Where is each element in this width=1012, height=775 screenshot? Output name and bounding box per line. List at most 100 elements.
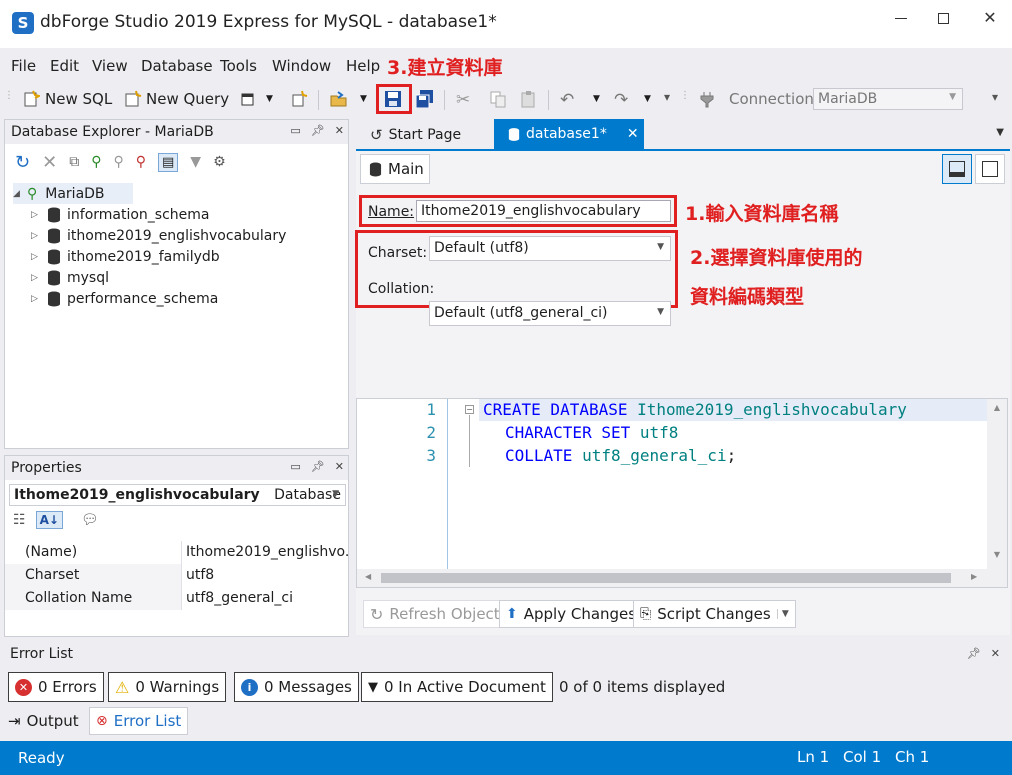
expand-icon[interactable]: ▷: [31, 231, 41, 241]
property-pages-icon[interactable]: 💬︎: [81, 512, 99, 528]
expand-icon[interactable]: ▷: [31, 252, 41, 262]
tab-start-page[interactable]: ↺ Start Page: [356, 121, 475, 149]
tree-root-mariadb[interactable]: ◢ ⚲ MariaDB: [13, 183, 133, 204]
pin-icon[interactable]: 📌︎: [967, 647, 981, 660]
save-all-icon[interactable]: [416, 90, 434, 108]
disconnect-icon[interactable]: ⚲: [113, 154, 123, 170]
tree-item-database[interactable]: ▷ mysql: [31, 267, 109, 288]
sql-preview-editor[interactable]: 1 2 3 − CREATE DATABASE Ithome2019_engli…: [356, 398, 1008, 588]
warnings-filter-button[interactable]: ⚠ 0 Warnings: [108, 672, 227, 702]
dropdown-arrow-icon[interactable]: ▼: [266, 94, 284, 112]
delete-icon[interactable]: ✕: [42, 152, 57, 173]
new-object-icon[interactable]: [240, 90, 258, 108]
scroll-down-icon[interactable]: ▼: [987, 550, 1007, 559]
filter-icon[interactable]: ▼: [190, 154, 201, 170]
minimize-button[interactable]: [888, 8, 916, 30]
close-window-button[interactable]: ✕: [976, 8, 1004, 30]
menu-help[interactable]: Help: [346, 57, 380, 75]
collation-select[interactable]: Default (utf8_general_ci) ▼: [429, 301, 671, 326]
pin-icon[interactable]: 📌︎: [311, 124, 325, 137]
cut-icon[interactable]: ✂: [456, 90, 474, 110]
menu-edit[interactable]: Edit: [50, 57, 79, 75]
toolbar-overflow-icon-2[interactable]: ▾: [992, 90, 1010, 108]
tree-item-database[interactable]: ▷ ithome2019_englishvocabulary: [31, 225, 286, 246]
menu-view[interactable]: View: [92, 57, 128, 75]
tree-item-database[interactable]: ▷ information_schema: [31, 204, 210, 225]
scroll-right-icon[interactable]: ▶: [971, 572, 977, 581]
property-row[interactable]: Collation Name utf8_general_ci: [5, 587, 348, 610]
tabs-dropdown-icon[interactable]: ▼: [996, 127, 1004, 138]
expand-icon[interactable]: ▷: [31, 273, 41, 283]
scroll-thumb[interactable]: [381, 573, 951, 583]
single-view-button[interactable]: [975, 154, 1005, 184]
main-tab-button[interactable]: Main: [360, 154, 430, 184]
property-value[interactable]: utf8_general_ci: [181, 587, 348, 610]
new-sql-button[interactable]: New SQL: [45, 90, 112, 108]
apply-changes-button[interactable]: ⬆ Apply Changes: [499, 600, 644, 628]
tab-error-list[interactable]: ⊗ Error List: [89, 707, 189, 735]
paste-icon[interactable]: [520, 90, 538, 108]
redo-icon[interactable]: ↷: [614, 90, 632, 110]
properties-object-select[interactable]: Ithome2019_englishvocabulary Database ▼: [9, 484, 346, 506]
chevron-down-icon[interactable]: ▼: [776, 609, 789, 619]
show-object-icon[interactable]: ▤: [157, 152, 179, 172]
split-view-button[interactable]: [942, 154, 972, 184]
property-value[interactable]: utf8: [181, 564, 348, 587]
sort-alpha-icon[interactable]: A↓: [35, 511, 63, 529]
scroll-left-icon[interactable]: ◀: [365, 572, 371, 581]
refresh-object-button[interactable]: ↻ Refresh Object: [363, 600, 507, 628]
categorized-icon[interactable]: ☷: [13, 512, 26, 528]
undo-icon[interactable]: ↶: [560, 90, 578, 110]
refresh-icon: ↻: [370, 604, 384, 624]
redo-dropdown-icon[interactable]: ▼: [644, 94, 662, 112]
vertical-scrollbar[interactable]: ▲ ▼: [987, 399, 1007, 569]
server-plug-icon: ⚲: [27, 185, 38, 202]
tree-item-database[interactable]: ▷ performance_schema: [31, 288, 218, 309]
horizontal-scrollbar[interactable]: ◀ ▶: [357, 569, 1007, 587]
copy-icon[interactable]: [489, 90, 507, 108]
errors-filter-button[interactable]: ✕ 0 Errors: [8, 672, 104, 702]
panel-close-icon[interactable]: ✕: [335, 460, 344, 473]
settings-icon[interactable]: ⚙: [213, 154, 226, 170]
panel-menu-icon[interactable]: ▭: [290, 460, 300, 473]
fold-toggle-icon[interactable]: −: [465, 405, 474, 414]
items-summary: 0 of 0 items displayed: [559, 678, 726, 696]
copy-object-icon[interactable]: ⧉: [69, 154, 79, 170]
menu-database[interactable]: Database: [141, 57, 213, 75]
property-row[interactable]: Charset utf8: [5, 564, 348, 587]
undo-dropdown-icon[interactable]: ▼: [593, 94, 611, 112]
connection-select[interactable]: MariaDB ▼: [813, 88, 963, 110]
scroll-up-icon[interactable]: ▲: [987, 403, 1007, 412]
new-query-button[interactable]: New Query: [146, 90, 229, 108]
collapse-icon[interactable]: ◢: [13, 189, 23, 199]
panel-header: Properties ▭ 📌︎ ✕: [5, 456, 348, 480]
property-row[interactable]: (Name) Ithome2019_englishvo...: [5, 541, 348, 564]
property-value[interactable]: Ithome2019_englishvo...: [181, 541, 348, 564]
open-folder-icon[interactable]: [330, 90, 348, 108]
menu-window[interactable]: Window: [272, 57, 331, 75]
status-column: Col 1: [843, 748, 882, 766]
new-connection-icon[interactable]: ⚲: [91, 154, 101, 170]
panel-menu-icon[interactable]: ▭: [290, 124, 300, 137]
database-name-input[interactable]: Ithome2019_englishvocabulary: [416, 200, 671, 222]
active-document-filter-button[interactable]: ▼ 0 In Active Document: [361, 672, 553, 702]
expand-icon[interactable]: ▷: [31, 210, 41, 220]
tab-close-icon[interactable]: ✕: [627, 126, 639, 142]
pin-icon[interactable]: 📌︎: [311, 460, 325, 473]
maximize-button[interactable]: [930, 8, 958, 30]
refresh-icon[interactable]: ↻: [15, 152, 30, 173]
expand-icon[interactable]: ▷: [31, 294, 41, 304]
menu-tools[interactable]: Tools: [220, 57, 257, 75]
tab-database1[interactable]: database1* ✕: [494, 119, 644, 149]
script-changes-button[interactable]: ⎘ Script Changes ▼: [633, 600, 796, 628]
panel-close-icon[interactable]: ✕: [335, 124, 344, 137]
remove-connection-icon[interactable]: ⚲: [136, 154, 146, 170]
charset-select[interactable]: Default (utf8) ▼: [429, 236, 671, 261]
panel-close-icon[interactable]: ✕: [991, 647, 1000, 660]
menu-file[interactable]: File: [11, 57, 36, 75]
panel-title: Database Explorer - MariaDB: [11, 124, 214, 140]
messages-filter-button[interactable]: i0 Messages: [234, 672, 359, 702]
tree-item-database[interactable]: ▷ ithome2019_familydb: [31, 246, 220, 267]
new-item-icon[interactable]: [290, 90, 308, 108]
tab-output[interactable]: ⇥ Output: [8, 707, 79, 735]
